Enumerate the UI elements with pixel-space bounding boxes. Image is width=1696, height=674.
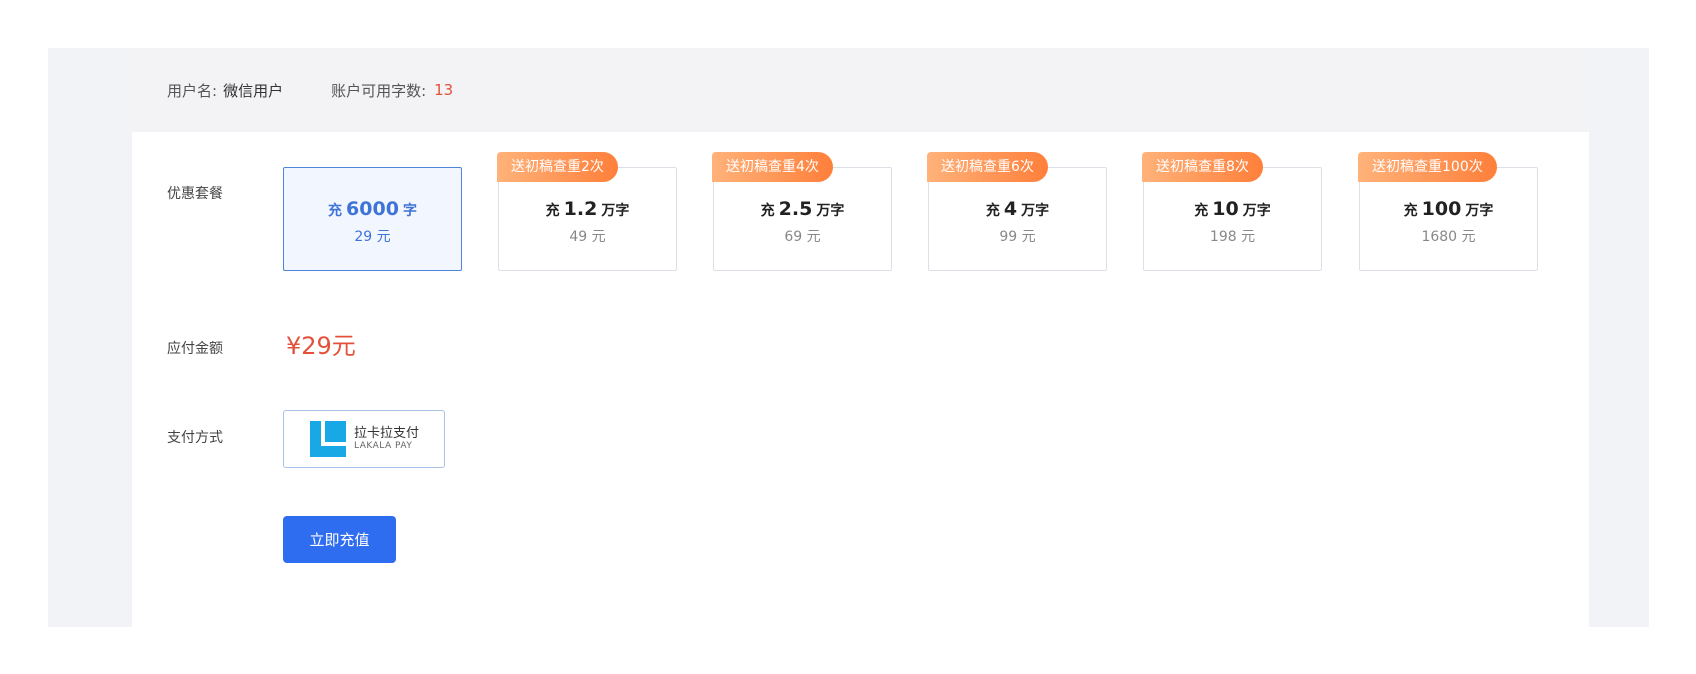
balance-label: 账户可用字数: [331,81,427,100]
package-amount: 充 2.5 万字 [714,198,891,220]
username-group: 用户名: 微信用户 [167,80,283,101]
balance-value: 13 [434,81,454,99]
package-label: 优惠套餐 [167,186,223,202]
lakala-logo-icon [310,421,346,457]
payment-name-cn: 拉卡拉支付 [354,426,420,441]
package-number: 1.2 [563,198,598,220]
bonus-badge: 送初稿查重6次 [927,152,1048,182]
package-prefix: 充 [545,203,560,219]
package-amount: 充 4 万字 [929,198,1106,220]
package-number: 2.5 [778,198,813,220]
package-prefix: 充 [1403,203,1418,219]
package-price: 49 元 [569,229,606,245]
amount-due-label: 应付金额 [167,341,223,357]
package-number: 10 [1212,198,1239,220]
amount-due-value: ¥29元 [286,332,356,360]
package-amount: 充 100 万字 [1360,198,1537,220]
package-number: 100 [1421,198,1462,220]
package-amount: 充 10 万字 [1144,198,1321,220]
package-card-100w[interactable]: 送初稿查重100次 充 100 万字 1680 元 [1358,152,1538,271]
package-amount: 充 6000 字 [284,198,461,220]
bonus-badge: 送初稿查重4次 [712,152,833,182]
account-info-bar: 用户名: 微信用户 账户可用字数: 13 [132,48,1589,132]
bonus-badge: 送初稿查重2次 [497,152,618,182]
package-number: 6000 [346,198,399,220]
package-card-2.5w[interactable]: 送初稿查重4次 充 2.5 万字 69 元 [712,152,892,271]
username-label: 用户名: [167,81,218,100]
package-card-1.2w[interactable]: 送初稿查重2次 充 1.2 万字 49 元 [497,152,677,271]
payment-method-label: 支付方式 [167,430,223,446]
bonus-badge: 送初稿查重100次 [1358,152,1497,182]
package-unit: 万字 [601,203,630,219]
page-background: 用户名: 微信用户 账户可用字数: 13 优惠套餐 充 6000 字 29 元 送初… [48,48,1649,627]
package-card-4w[interactable]: 送初稿查重6次 充 4 万字 99 元 [927,152,1107,271]
package-price: 1680 元 [1421,229,1476,245]
balance-group: 账户可用字数: 13 [331,80,453,101]
recharge-now-button[interactable]: 立即充值 [283,516,396,563]
package-unit: 字 [402,203,417,219]
package-unit: 万字 [1465,203,1494,219]
package-price: 29 元 [354,229,391,245]
payment-option-lakala[interactable]: 拉卡拉支付 LAKALA PAY [283,410,445,468]
package-unit: 万字 [1242,203,1271,219]
package-card-10w[interactable]: 送初稿查重8次 充 10 万字 198 元 [1142,152,1322,271]
package-card-6000[interactable]: 充 6000 字 29 元 [283,167,462,271]
bonus-badge: 送初稿查重8次 [1142,152,1263,182]
package-unit: 万字 [816,203,845,219]
package-price: 69 元 [784,229,821,245]
username-value: 微信用户 [223,81,284,100]
payment-name-en: LAKALA PAY [354,441,413,451]
recharge-panel: 用户名: 微信用户 账户可用字数: 13 优惠套餐 充 6000 字 29 元 送初… [132,48,1589,627]
package-prefix: 充 [760,203,775,219]
package-amount: 充 1.2 万字 [499,198,676,220]
package-prefix: 充 [985,203,1000,219]
package-price: 198 元 [1209,229,1256,245]
package-prefix: 充 [1194,203,1209,219]
package-unit: 万字 [1021,203,1050,219]
package-number: 4 [1003,198,1018,220]
package-price: 99 元 [999,229,1036,245]
package-prefix: 充 [328,203,343,219]
